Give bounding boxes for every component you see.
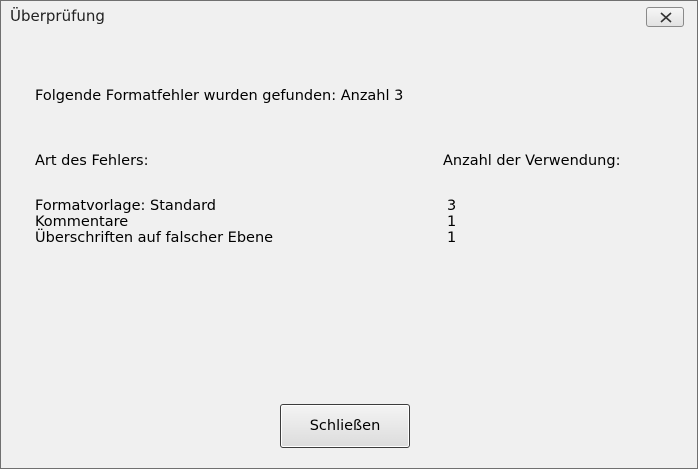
- error-type: Formatvorlage: Standard: [35, 198, 217, 214]
- column-header-type: Art des Fehlers:: [35, 153, 149, 169]
- error-type: Überschriften auf falscher Ebene: [35, 230, 274, 246]
- column-header-count: Anzahl der Verwendung:: [443, 153, 621, 169]
- close-dialog-button[interactable]: Schließen: [280, 404, 410, 448]
- close-icon: [660, 12, 672, 23]
- error-row: Überschriften auf falscher Ebene 1: [35, 230, 675, 246]
- title-bar[interactable]: Überprüfung: [1, 1, 697, 31]
- window-title: Überprüfung: [10, 7, 105, 25]
- error-type: Kommentare: [35, 214, 129, 230]
- close-button[interactable]: [646, 7, 684, 27]
- error-count: 3: [447, 198, 457, 214]
- error-count: 1: [447, 214, 457, 230]
- summary-text: Folgende Formatfehler wurden gefunden: A…: [35, 88, 404, 104]
- error-row: Kommentare 1: [35, 214, 675, 230]
- dialog-window: Überprüfung Folgende Formatfehler wurden…: [0, 0, 698, 469]
- error-count: 1: [447, 230, 457, 246]
- error-row: Formatvorlage: Standard 3: [35, 198, 675, 214]
- dialog-content: Folgende Formatfehler wurden gefunden: A…: [1, 31, 697, 468]
